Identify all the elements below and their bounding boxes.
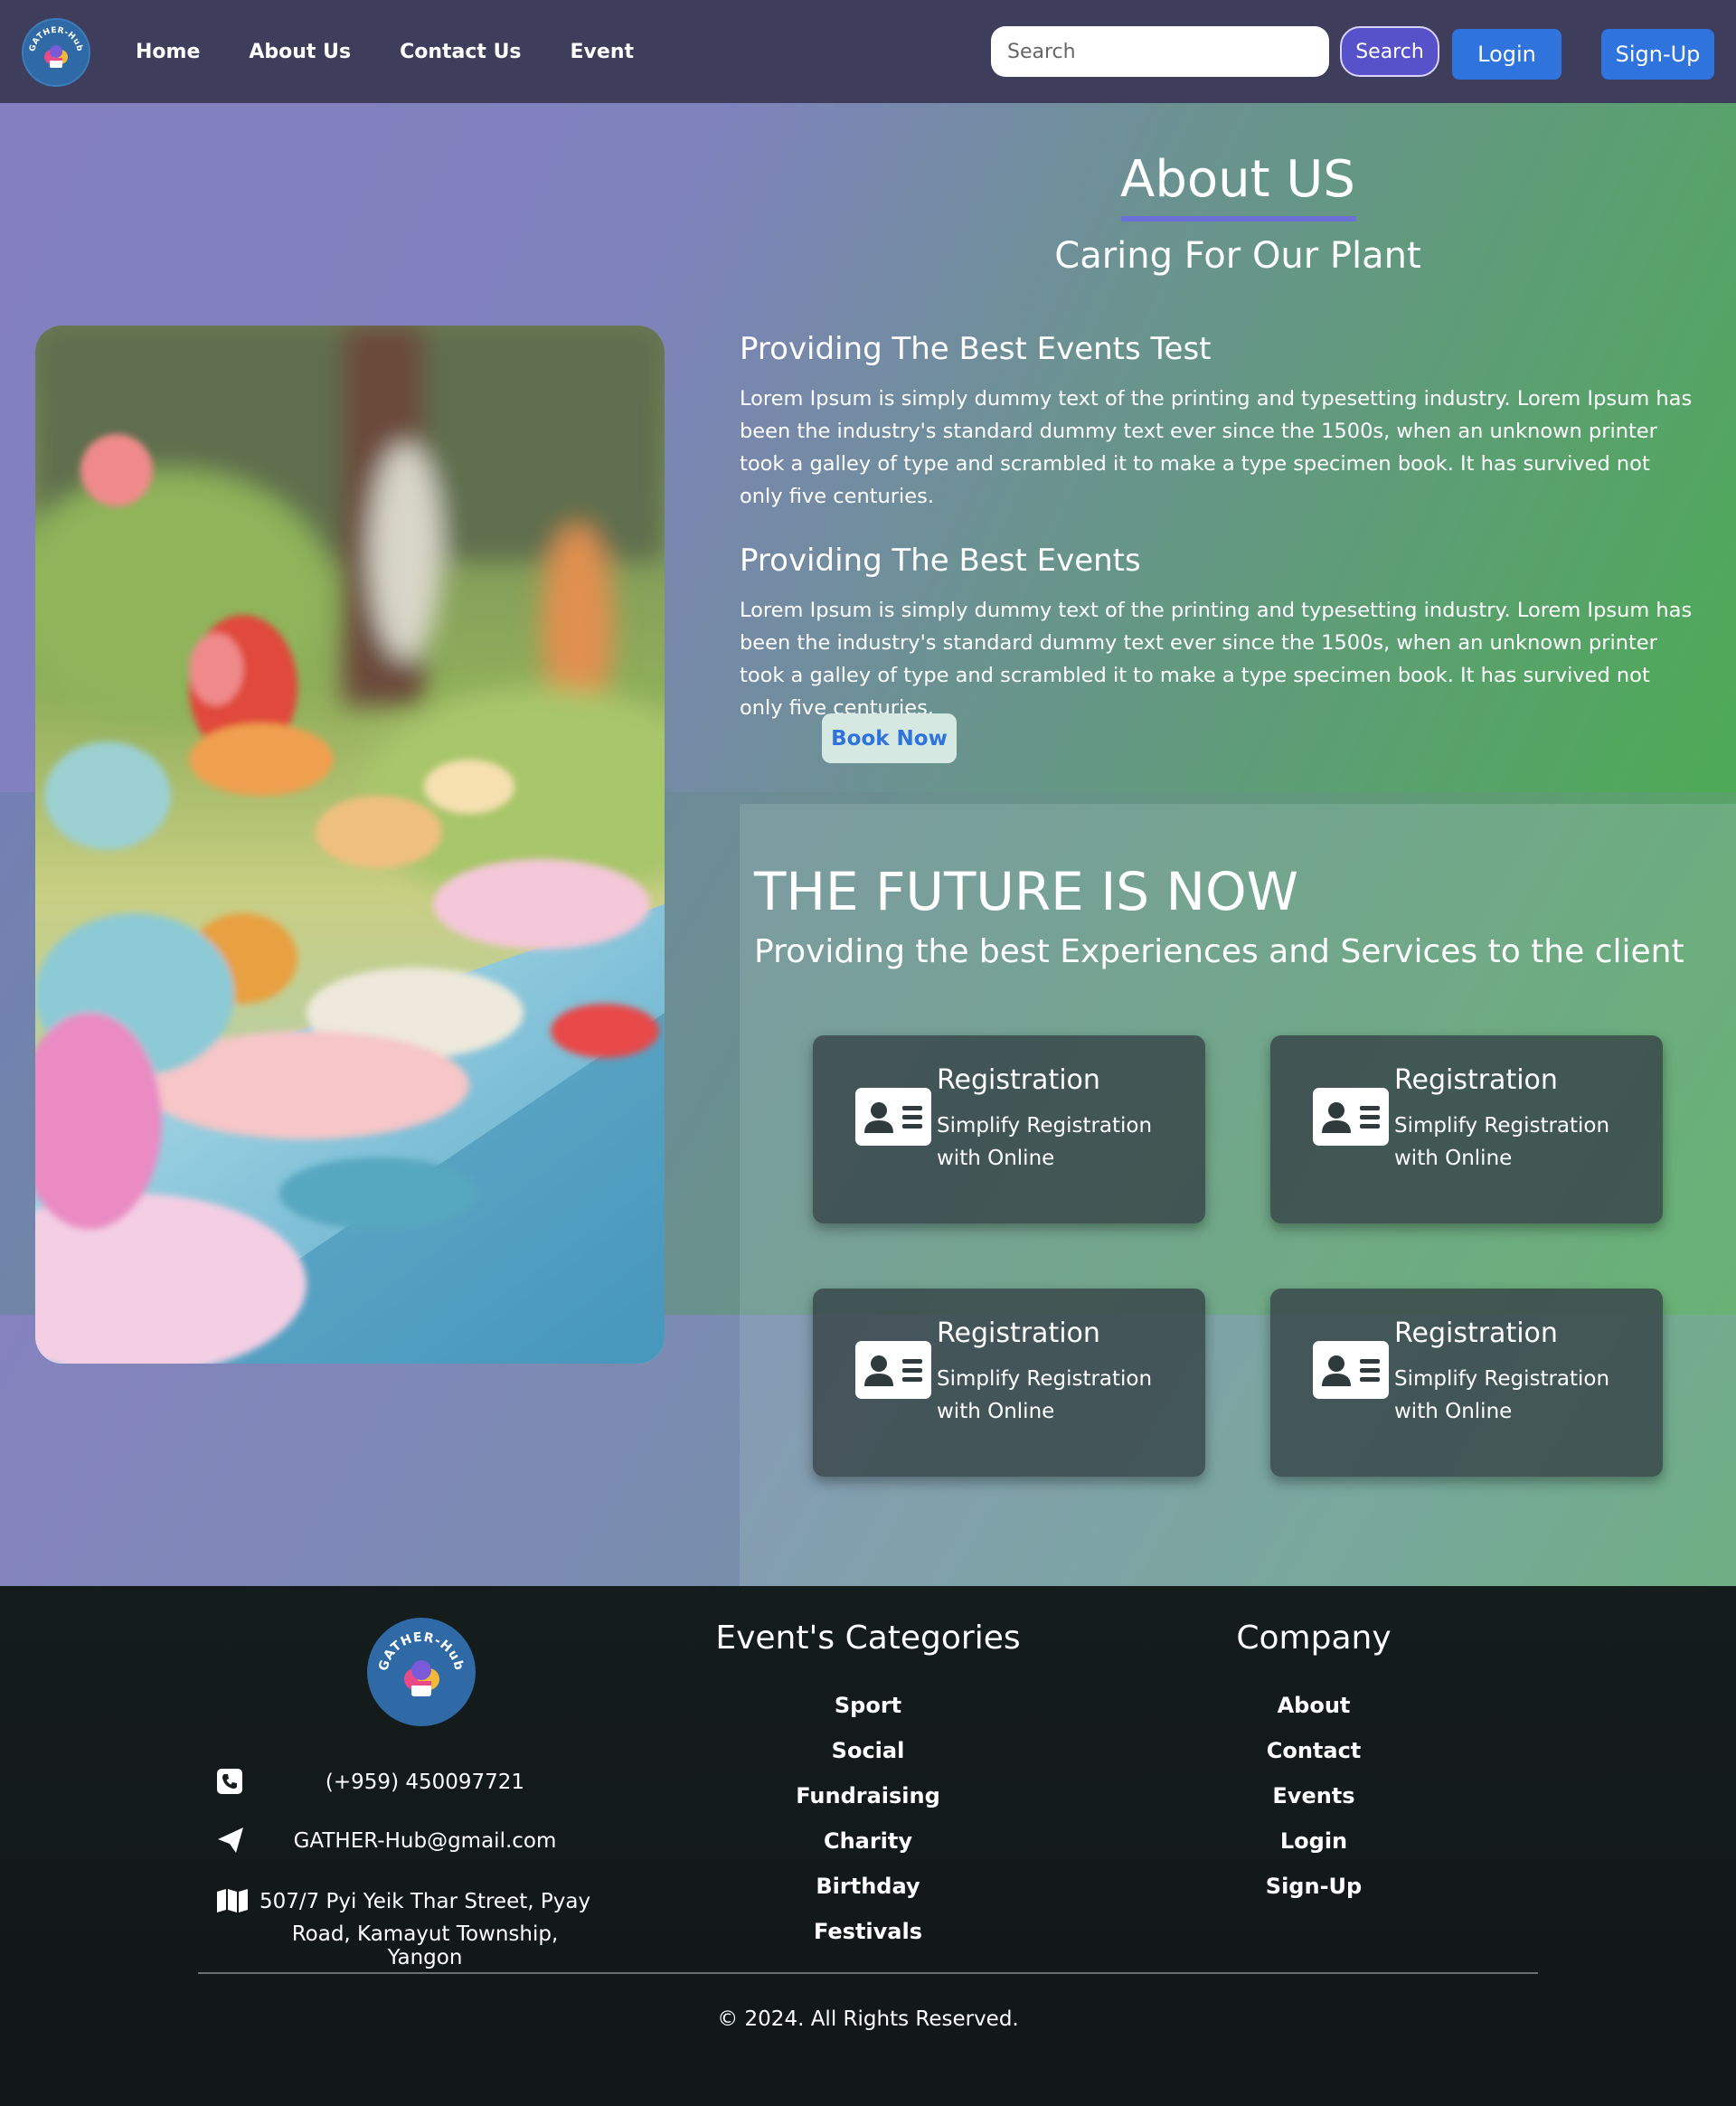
book-now-button[interactable]: Book Now [822, 713, 957, 763]
section-heading-2: Providing The Best Events [740, 543, 1141, 579]
nav-link-home[interactable]: Home [136, 41, 200, 63]
footer-company-contact[interactable]: Contact [1223, 1738, 1404, 1763]
registration-card-description: Simplify Registration with Online [937, 1367, 1153, 1423]
section-heading-1: Providing The Best Events Test [740, 331, 1212, 367]
about-subtitle: Caring For Our Plant [1054, 235, 1421, 277]
id-card-icon [1313, 1088, 1389, 1146]
registration-card-description: Simplify Registration with Online [1394, 1114, 1610, 1170]
registration-card-description: Simplify Registration with Online [1394, 1367, 1610, 1423]
footer-category-festivals[interactable]: Festivals [778, 1919, 958, 1944]
future-title: THE FUTURE IS NOW [754, 861, 1298, 922]
search-button[interactable]: Search [1340, 26, 1439, 77]
footer-divider [198, 1972, 1538, 1974]
registration-card-description: Simplify Registration with Online [937, 1114, 1153, 1170]
footer-category-sport[interactable]: Sport [778, 1693, 958, 1718]
about-title-underline [1121, 216, 1356, 222]
id-card-icon [1313, 1341, 1389, 1399]
main-content: About US Caring For Our Plant Providing … [0, 103, 1736, 1586]
phone-icon [217, 1769, 242, 1794]
footer-gather-hub-logo[interactable]: GATHER-Hub [367, 1618, 476, 1726]
footer-company-login[interactable]: Login [1223, 1828, 1404, 1854]
nav-link-contact-us[interactable]: Contact Us [400, 41, 521, 63]
footer-address-line-1: 507/7 Pyi Yeik Thar Street, Pyay [259, 1890, 591, 1913]
footer-company-events[interactable]: Events [1223, 1783, 1404, 1809]
nav-link-event[interactable]: Event [571, 41, 634, 63]
id-card-icon [855, 1341, 931, 1399]
logo-graphic: GATHER-Hub [28, 26, 83, 68]
registration-card[interactable]: Registration Simplify Registration with … [1270, 1035, 1663, 1223]
footer-category-social[interactable]: Social [778, 1738, 958, 1763]
footer-category-birthday[interactable]: Birthday [778, 1874, 958, 1899]
nav-link-about-us[interactable]: About Us [249, 41, 351, 63]
footer-address-line-2: Road, Kamayut Township, Yangon [291, 1922, 559, 1969]
future-subtitle: Providing the best Experiences and Servi… [754, 933, 1684, 970]
event-image-graphic [35, 326, 665, 1364]
id-card-icon [855, 1088, 931, 1146]
map-icon [217, 1889, 248, 1912]
footer-email[interactable]: GATHER-Hub@gmail.com [271, 1829, 579, 1853]
gather-hub-logo[interactable]: GATHER-Hub [22, 18, 90, 87]
copyright: © 2024. All Rights Reserved. [717, 2007, 1019, 2031]
registration-card-title: Registration [1394, 1064, 1558, 1096]
footer-category-charity[interactable]: Charity [778, 1828, 958, 1854]
footer-categories-heading: Event's Categories [715, 1620, 1021, 1657]
footer-company-about[interactable]: About [1223, 1693, 1404, 1718]
registration-card[interactable]: Registration Simplify Registration with … [813, 1035, 1205, 1223]
signup-button[interactable]: Sign-Up [1601, 29, 1714, 80]
event-dessert-table-image [35, 326, 665, 1364]
login-button[interactable]: Login [1452, 29, 1561, 80]
footer: GATHER-Hub (+959) 450097721 GATHER-Hub@g… [0, 1586, 1736, 2106]
registration-card[interactable]: Registration Simplify Registration with … [1270, 1289, 1663, 1477]
footer-logo-graphic: GATHER-Hub [376, 1630, 466, 1696]
section-body-2: Lorem Ipsum is simply dummy text of the … [740, 599, 1693, 720]
search-input[interactable] [991, 26, 1329, 77]
footer-phone[interactable]: (+959) 450097721 [271, 1771, 579, 1794]
footer-category-fundraising[interactable]: Fundraising [778, 1783, 958, 1809]
navbar: GATHER-Hub Home About Us Contact Us Even… [0, 0, 1736, 103]
about-title: About US [1120, 150, 1355, 209]
nav-links: Home About Us Contact Us Event [136, 0, 634, 103]
registration-card-title: Registration [937, 1317, 1100, 1349]
footer-company-heading: Company [1236, 1620, 1392, 1657]
send-icon [218, 1827, 243, 1853]
footer-company-signup[interactable]: Sign-Up [1223, 1874, 1404, 1899]
registration-card[interactable]: Registration Simplify Registration with … [813, 1289, 1205, 1477]
registration-card-title: Registration [1394, 1317, 1558, 1349]
section-body-1: Lorem Ipsum is simply dummy text of the … [740, 387, 1693, 508]
registration-card-title: Registration [937, 1064, 1100, 1096]
